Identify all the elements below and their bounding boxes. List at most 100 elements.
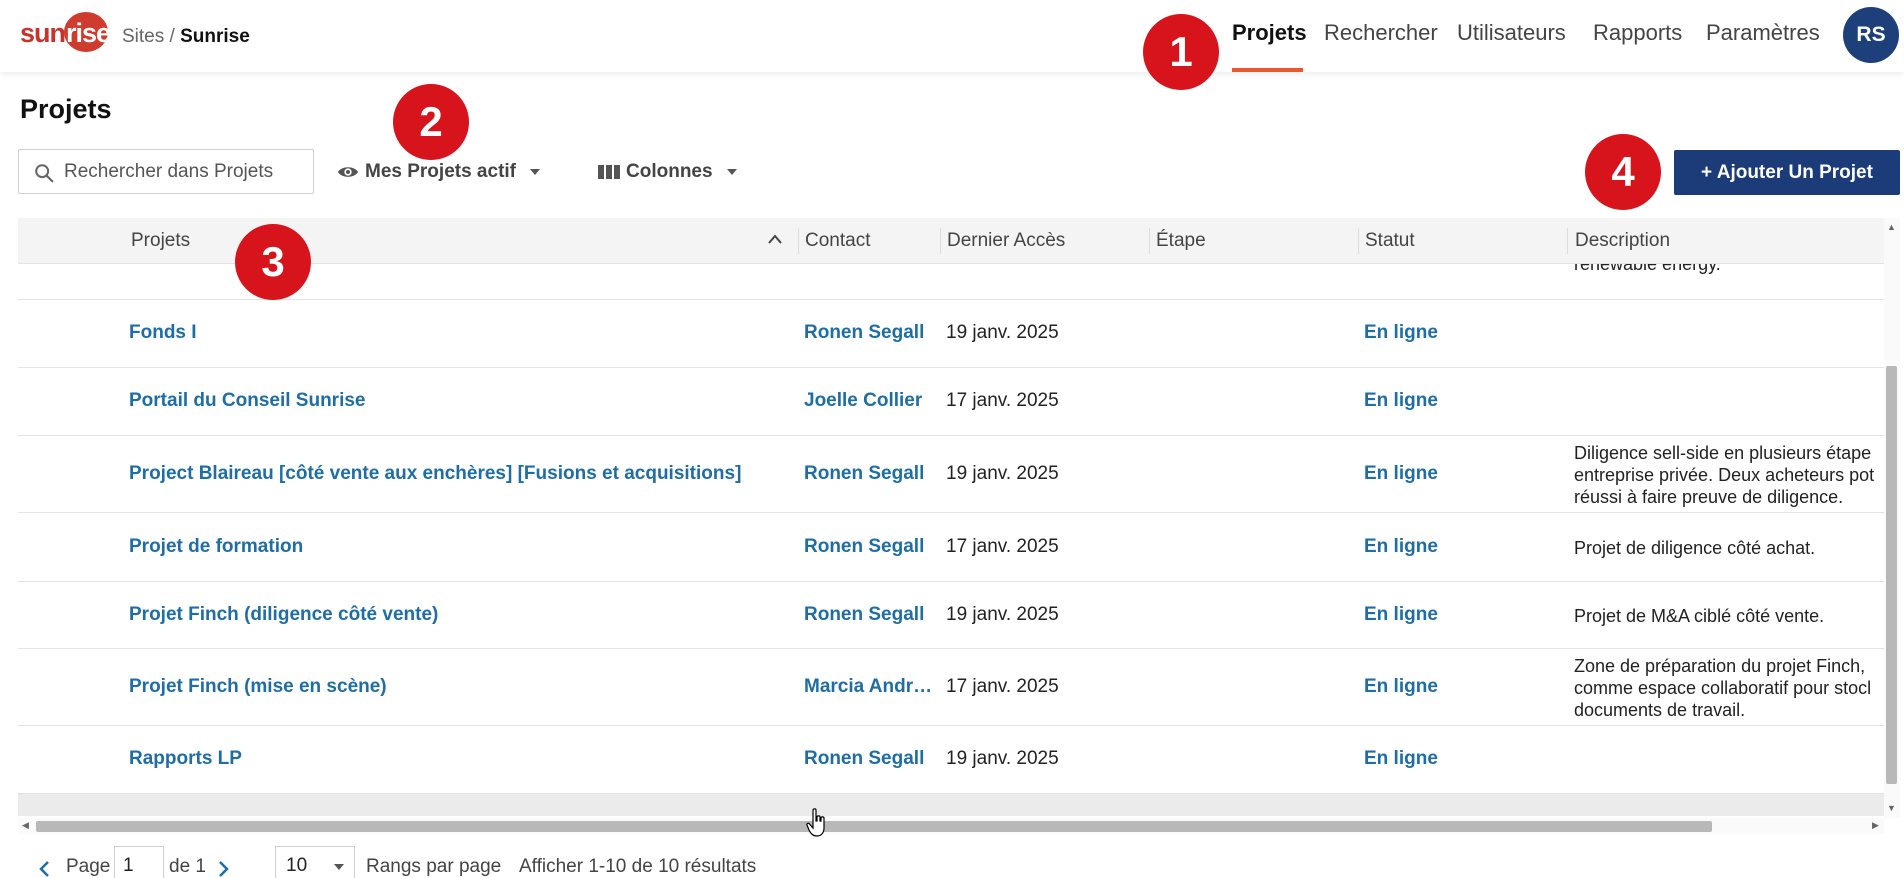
chevron-down-icon (726, 169, 737, 175)
column-header-statut[interactable]: Statut (1365, 230, 1415, 252)
previous-page-icon[interactable] (38, 861, 50, 877)
project-name-link[interactable]: Portail du Conseil Sunrise (129, 390, 366, 412)
description-line: Projet de M&A ciblé côté vente. (1574, 606, 1825, 626)
table-row[interactable]: RESOURCESZaragoza Mine [Funding]Jaime Co… (18, 794, 1884, 816)
last-access-date: 19 janv. 2025 (946, 322, 1059, 343)
description-line: comme espace collaboratif pour stocl (1574, 678, 1872, 698)
column-header-description[interactable]: Description (1575, 230, 1670, 252)
nav-parametres[interactable]: Paramètres (1706, 20, 1820, 46)
pagination-page-label: Page (66, 856, 111, 877)
table-row[interactable]: Project Blaireau [côté vente aux enchère… (18, 436, 1884, 513)
project-name-link[interactable]: Fonds I (129, 322, 197, 344)
scroll-up-arrow-icon[interactable]: ▲ (1887, 222, 1896, 232)
row-description: Zone de préparation du projet Finch, comm… (1574, 655, 1884, 721)
table-row[interactable]: Rapports LP Ronen Segall 19 janv. 2025 En l… (18, 726, 1884, 794)
table-row[interactable]: Projet Finch (mise en scène) Marcia Andre… (18, 649, 1884, 726)
column-divider[interactable] (1358, 228, 1359, 254)
sunrise-logo[interactable]: sun rise (20, 10, 111, 54)
next-page-icon[interactable] (218, 861, 230, 877)
breadcrumb: Sites / Sunrise (122, 26, 250, 48)
results-summary: Afficher 1-10 de 10 résultats (519, 856, 757, 877)
last-access-date: 17 janv. 2025 (946, 676, 1059, 697)
columns-menu-button[interactable]: Colonnes (598, 161, 737, 183)
eye-icon (337, 167, 359, 177)
scroll-down-arrow-icon[interactable]: ▼ (1887, 803, 1896, 813)
contact-link[interactable]: Ronen Segall (804, 463, 934, 485)
active-projects-filter-label: Mes Projets actif (365, 161, 516, 182)
columns-menu-label: Colonnes (626, 161, 713, 182)
column-header-contact[interactable]: Contact (805, 230, 870, 252)
active-projects-filter[interactable]: Mes Projets actif (337, 161, 540, 183)
status-value[interactable]: En ligne (1364, 748, 1438, 770)
chevron-down-icon (334, 864, 344, 870)
status-value[interactable]: En ligne (1364, 676, 1438, 698)
search-field[interactable] (18, 149, 314, 194)
user-avatar[interactable]: RS (1843, 7, 1899, 63)
search-input[interactable] (64, 158, 304, 186)
nav-rechercher[interactable]: Rechercher (1324, 20, 1438, 46)
status-value[interactable]: En ligne (1364, 390, 1438, 412)
column-divider[interactable] (1567, 228, 1568, 254)
page-title: Projets (20, 94, 112, 124)
table-row[interactable]: Portail du Conseil Sunrise Joelle Collier… (18, 368, 1884, 436)
project-name-link[interactable]: Projet Finch (mise en scène) (129, 676, 387, 698)
last-access-date: 17 janv. 2025 (946, 536, 1059, 557)
column-divider[interactable] (940, 228, 941, 254)
pagination-total-pages: de 1 (169, 856, 206, 877)
last-access-date: 19 janv. 2025 (946, 604, 1059, 625)
horizontal-scrollbar-thumb[interactable] (36, 821, 1712, 832)
annotation-badge-1: 1 (1143, 14, 1219, 90)
rows-per-page-select[interactable]: 10 (275, 846, 355, 878)
description-line: réussi à faire preuve de diligence. (1574, 487, 1844, 507)
column-divider[interactable] (1149, 228, 1150, 254)
mouse-pointer-icon (806, 808, 825, 837)
last-access-date: 17 janv. 2025 (946, 390, 1059, 411)
row-description: Projet de M&A ciblé côté vente. (1574, 605, 1884, 627)
top-navigation-bar: sun rise Sites / Sunrise Projets Recherc… (0, 0, 1904, 72)
add-project-button[interactable]: + Ajouter Un Projet (1674, 150, 1900, 195)
project-name-link[interactable]: Projet Finch (diligence côté vente) (129, 604, 438, 626)
status-value[interactable]: En ligne (1364, 463, 1438, 485)
project-name-link[interactable]: Projet de formation (129, 536, 303, 558)
row-description: Diligence sell-side en plusieurs étape en… (1574, 442, 1884, 508)
status-value[interactable]: En ligne (1364, 322, 1438, 344)
project-name-link[interactable]: Project Blaireau [côté vente aux enchère… (129, 463, 741, 485)
nav-rapports[interactable]: Rapports (1593, 20, 1682, 46)
table-row[interactable]: Projet de formation Ronen Segall 17 janv. … (18, 513, 1884, 582)
nav-utilisateurs[interactable]: Utilisateurs (1457, 20, 1566, 46)
description-line: entreprise privée. Deux acheteurs pot (1574, 465, 1875, 485)
page-number-input[interactable]: 1 (114, 846, 164, 878)
scroll-right-arrow-icon[interactable]: ▶ (1872, 820, 1879, 831)
nav-projets[interactable]: Projets (1232, 20, 1307, 46)
contact-link[interactable]: Ronen Segall (804, 604, 934, 626)
contact-link[interactable]: Ronen Segall (804, 322, 934, 344)
table-row[interactable]: Projet Finch (diligence côté vente) Ronen… (18, 582, 1884, 649)
description-line: Projet de diligence côté achat. (1574, 538, 1816, 558)
chevron-down-icon (530, 169, 540, 175)
description-line: documents de travail. (1574, 700, 1746, 720)
contact-link[interactable]: Marcia Andre... (804, 676, 934, 698)
vertical-scrollbar-thumb[interactable] (1886, 366, 1897, 784)
row-description: Projet de diligence côté achat. (1574, 537, 1884, 559)
breadcrumb-parent[interactable]: Sites / (122, 26, 175, 47)
contact-link[interactable]: Ronen Segall (804, 536, 934, 558)
projects-table: Projets Contact Dernier Accès Étape Stat… (18, 218, 1884, 816)
scroll-left-arrow-icon[interactable]: ◀ (22, 820, 29, 831)
column-divider[interactable] (798, 228, 799, 254)
contact-link[interactable]: Joelle Collier (804, 390, 934, 412)
column-header-projets[interactable]: Projets (131, 230, 190, 252)
project-name-link[interactable]: Rapports LP (129, 748, 242, 770)
column-header-dernier-acces[interactable]: Dernier Accès (947, 230, 1065, 252)
annotation-badge-2: 2 (393, 84, 469, 160)
annotation-badge-4: 4 (1585, 134, 1661, 210)
table-row[interactable]: Fonds I Ronen Segall 19 janv. 2025 En ligne (18, 300, 1884, 368)
column-header-etape[interactable]: Étape (1156, 230, 1206, 252)
row-description: renewable energy. (1574, 264, 1721, 274)
last-access-date: 19 janv. 2025 (946, 463, 1059, 484)
status-value[interactable]: En ligne (1364, 604, 1438, 626)
contact-link[interactable]: Ronen Segall (804, 748, 934, 770)
status-value[interactable]: En ligne (1364, 536, 1438, 558)
last-access-date: 19 janv. 2025 (946, 748, 1059, 769)
sort-ascending-icon[interactable] (768, 234, 782, 244)
rows-per-page-value: 10 (286, 855, 308, 876)
